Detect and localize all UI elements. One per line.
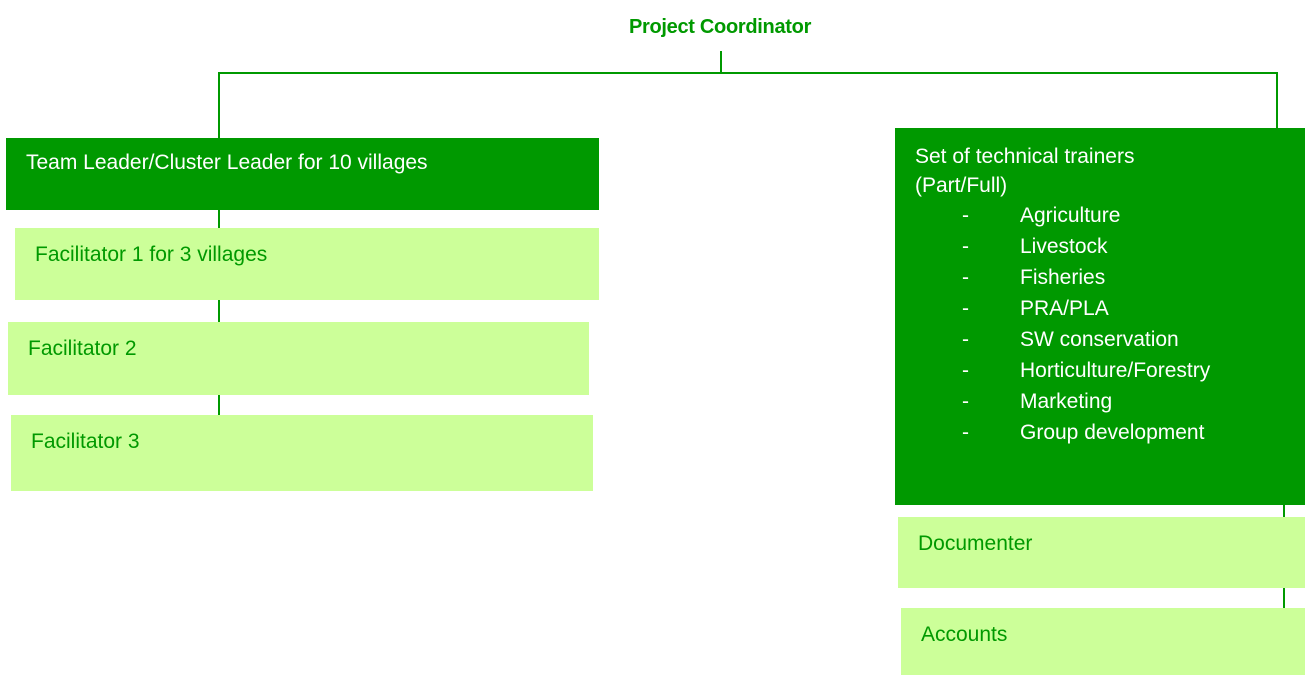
top-horizontal-connector	[218, 72, 1278, 74]
project-coordinator-title: Project Coordinator	[628, 16, 812, 38]
trainer-item-label: Agriculture	[1020, 204, 1121, 227]
trainer-item-label: SW conservation	[1020, 328, 1179, 351]
bullet-dash: -	[962, 359, 969, 382]
facilitator-3-box: Facilitator 3	[11, 415, 593, 491]
documenter-label: Documenter	[918, 532, 1033, 555]
trainers-to-documenter-connector	[1283, 505, 1285, 517]
trainer-item-label: Horticulture/Forestry	[1020, 359, 1211, 382]
trainer-item-label: PRA/PLA	[1020, 297, 1109, 320]
trainer-item: - Fisheries	[915, 262, 1305, 293]
trainer-item-label: Marketing	[1020, 390, 1113, 413]
trainers-title-line1: Set of technical trainers	[915, 145, 1135, 168]
trainer-item: - Livestock	[915, 231, 1305, 262]
facilitator2-to-3-connector	[218, 395, 220, 415]
documenter-box: Documenter	[898, 517, 1305, 588]
trainer-item-label: Fisheries	[1020, 266, 1106, 289]
trainer-item: - Agriculture	[915, 200, 1305, 231]
facilitator-1-box: Facilitator 1 for 3 villages	[15, 228, 599, 300]
facilitator-2-label: Facilitator 2	[28, 337, 137, 360]
technical-trainers-box: Set of technical trainers (Part/Full) - A…	[895, 128, 1305, 505]
trainers-title-line2: (Part/Full)	[915, 174, 1008, 197]
left-branch-connector	[218, 72, 220, 138]
facilitator-2-box: Facilitator 2	[8, 322, 589, 395]
leader-to-facilitator1-connector	[218, 210, 220, 228]
facilitator-3-label: Facilitator 3	[31, 430, 140, 453]
bullet-dash: -	[962, 421, 969, 444]
bullet-dash: -	[962, 328, 969, 351]
trainer-item: - PRA/PLA	[915, 293, 1305, 324]
right-branch-connector	[1276, 72, 1278, 128]
accounts-label: Accounts	[921, 623, 1008, 646]
bullet-dash: -	[962, 235, 969, 258]
team-leader-box: Team Leader/Cluster Leader for 10 villag…	[6, 138, 599, 210]
facilitator-1-label: Facilitator 1 for 3 villages	[35, 243, 268, 266]
trainer-item: - Marketing	[915, 386, 1305, 417]
trainer-item: - Horticulture/Forestry	[915, 355, 1305, 386]
trainer-item: - Group development	[915, 417, 1305, 448]
accounts-box: Accounts	[901, 608, 1305, 675]
coordinator-connector	[720, 51, 722, 72]
facilitator1-to-2-connector	[218, 300, 220, 322]
team-leader-label: Team Leader/Cluster Leader for 10 villag…	[26, 151, 428, 174]
bullet-dash: -	[962, 204, 969, 227]
bullet-dash: -	[962, 390, 969, 413]
trainer-item: - SW conservation	[915, 324, 1305, 355]
trainer-item-label: Group development	[1020, 421, 1205, 444]
trainer-item-label: Livestock	[1020, 235, 1108, 258]
bullet-dash: -	[962, 266, 969, 289]
trainers-list: - Agriculture - Livestock - Fisheries - PRA/…	[915, 200, 1305, 448]
documenter-to-accounts-connector	[1283, 588, 1285, 608]
bullet-dash: -	[962, 297, 969, 320]
